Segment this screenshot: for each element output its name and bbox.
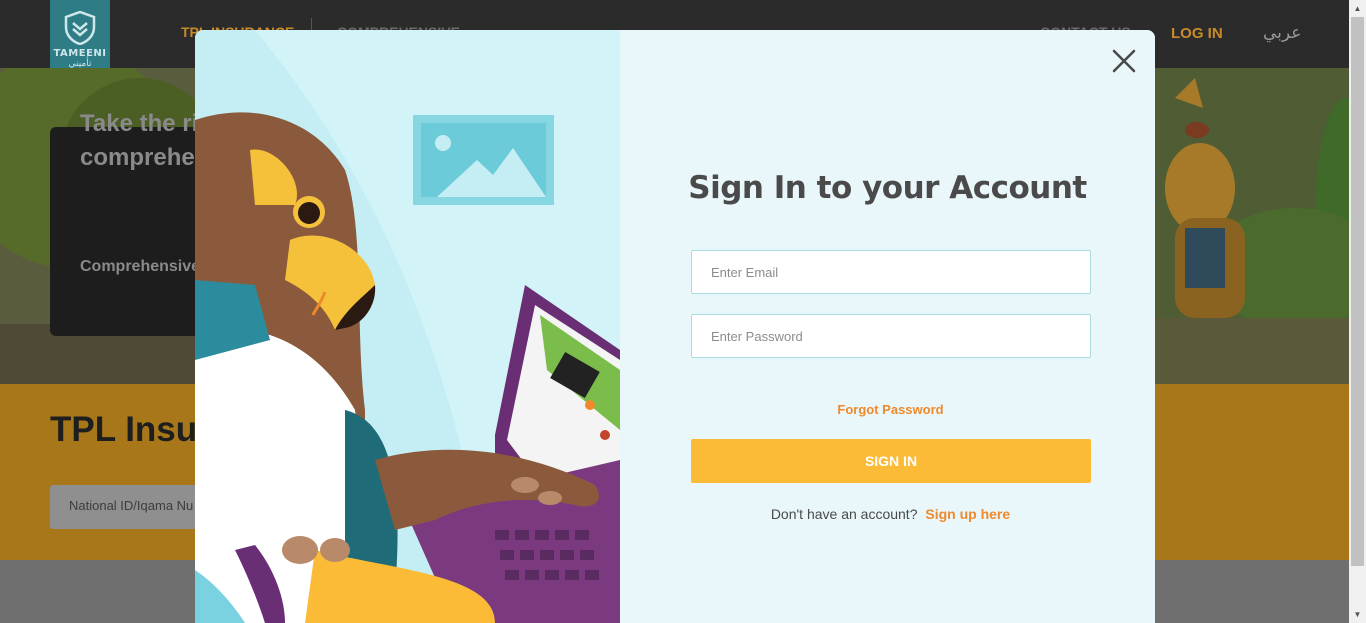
scrollbar-thumb[interactable] [1351, 17, 1364, 566]
sign-in-button[interactable]: SIGN IN [691, 439, 1091, 483]
modal-title: Sign In to your Account [688, 170, 1087, 206]
scroll-up-arrow-icon[interactable]: ▲ [1349, 0, 1366, 17]
image-placeholder-icon [413, 115, 554, 205]
falcon-mascot-illustration [195, 30, 620, 623]
signup-prompt: Don't have an account? Sign up here [620, 506, 1155, 522]
sign-in-modal: Sign In to your Account Forgot Password … [195, 30, 1155, 623]
sign-up-link[interactable]: Sign up here [925, 506, 1010, 522]
falcon-laptop-illustration [195, 30, 620, 623]
email-field[interactable] [691, 250, 1091, 294]
no-account-text: Don't have an account? [770, 506, 918, 522]
forgot-password-link[interactable]: Forgot Password [620, 402, 1155, 417]
close-icon[interactable] [1111, 48, 1137, 74]
password-field[interactable] [691, 314, 1091, 358]
page-scrollbar[interactable]: ▲ ▼ [1349, 0, 1366, 623]
sign-in-form: Sign In to your Account Forgot Password … [620, 30, 1155, 623]
scroll-down-arrow-icon[interactable]: ▼ [1349, 606, 1366, 623]
